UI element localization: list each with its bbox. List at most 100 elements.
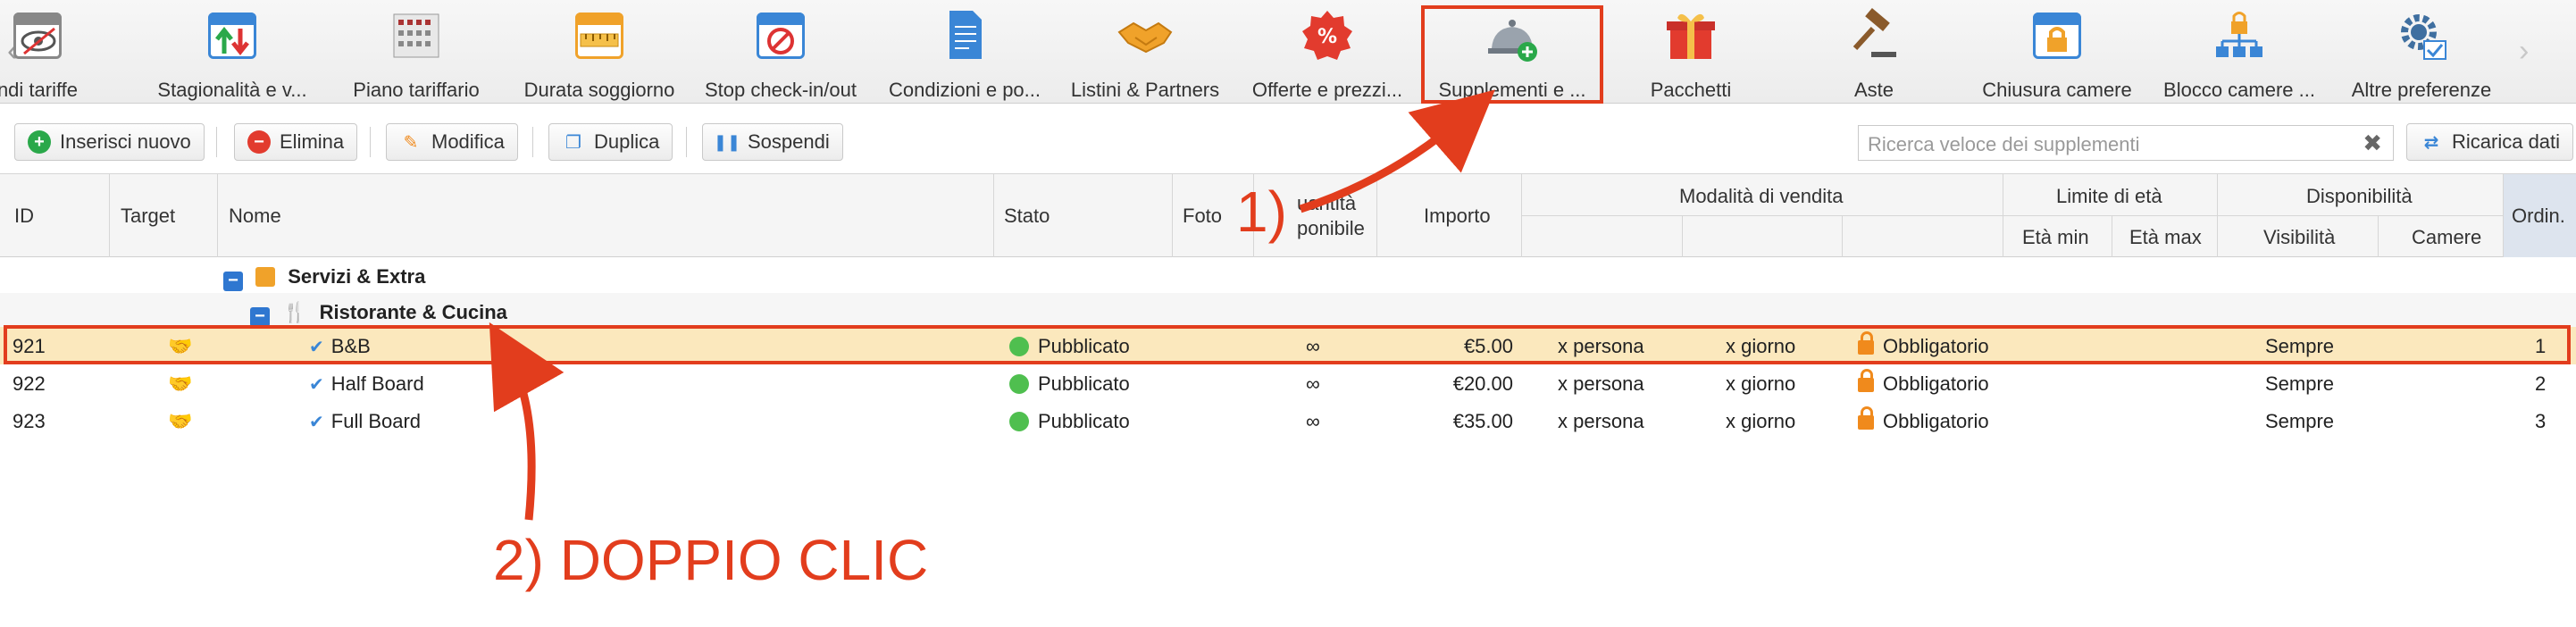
toolbar-item-supplements[interactable]: Supplementi e ... [1421, 5, 1603, 104]
toolbar-item-label: Chiusura camere [1982, 79, 2132, 101]
toolbar-item-stay-length[interactable]: Durata soggiorno [510, 7, 689, 101]
table-row[interactable]: 922 🤝 ✔ Half Board Pubblicato ∞ €20.00 x … [0, 364, 2576, 402]
action-bar: + Inserisci nuovo − Elimina ✎ Modifica ❐… [0, 114, 2576, 170]
lock-icon [1858, 406, 1874, 430]
column-header-age-max[interactable]: Età max [2129, 226, 2202, 249]
column-header-amount[interactable]: Importo [1424, 205, 1491, 228]
toolbar-item-offers[interactable]: % Offerte e prezzi... [1238, 7, 1417, 101]
calendar-ruler-icon [568, 7, 631, 63]
search-placeholder: Ricerca veloce dei supplementi [1868, 133, 2140, 155]
column-header-quantity-line2[interactable]: ponibile [1297, 217, 1365, 240]
cell-status: Pubblicato [1009, 410, 1130, 433]
duplicate-label: Duplica [594, 130, 660, 153]
toolbar-item-label: Durata soggiorno [523, 79, 675, 101]
calendar-lock-icon [2026, 7, 2088, 63]
edit-label: Modifica [431, 130, 505, 153]
service-bell-add-icon [1481, 9, 1543, 64]
copy-icon: ❐ [565, 132, 581, 153]
toolbar-item-label: Stagionalità e v... [157, 79, 307, 101]
handshake-icon: 🤝 [168, 372, 193, 395]
minus-icon: − [247, 130, 271, 154]
toolbar-item-auctions[interactable]: Aste [1785, 7, 1963, 101]
toolbar-item-label: Condizioni e po... [889, 79, 1041, 101]
toolbar-item-conditions[interactable]: Condizioni e po... [875, 7, 1054, 101]
annotation-step-1: 1) [1236, 180, 1287, 244]
toolbar-item-label: Piano tariffario [353, 79, 480, 101]
column-header-status[interactable]: Stato [1004, 205, 1050, 228]
gavel-icon [1843, 7, 1905, 63]
pause-icon: ❚❚ [713, 132, 741, 151]
toolbar-item-label: Aste [1853, 79, 1894, 101]
cell-frequency: x giorno [1726, 372, 1796, 395]
calendar-arrows-icon [201, 7, 263, 63]
check-icon: ✔ [309, 413, 324, 432]
collapse-icon[interactable]: − [223, 272, 243, 291]
toolbar-item-room-closure[interactable]: Chiusura camere [1968, 7, 2146, 101]
toolbar-item-stop-checkin[interactable]: Stop check-in/out [691, 7, 870, 101]
group-label: Servizi & Extra [288, 265, 426, 288]
suspend-button[interactable]: ❚❚ Sospendi [702, 123, 843, 161]
cell-frequency: x giorno [1726, 410, 1796, 432]
toolbar-item-show-rates[interactable]: ndi tariffe [0, 7, 127, 101]
column-header-name[interactable]: Nome [229, 205, 281, 228]
column-header-age-min[interactable]: Età min [2022, 226, 2089, 249]
group-row[interactable]: − Servizi & Extra [0, 257, 2576, 295]
status-dot-icon [1009, 374, 1029, 394]
column-header-age-limit: Limite di età [2056, 185, 2162, 207]
clear-search-icon[interactable]: ✖ [2363, 130, 2382, 157]
percent-badge-icon: % [1296, 7, 1359, 63]
toolbar-item-rate-plan[interactable]: Piano tariffario [327, 7, 506, 101]
toolbar-item-label: Listini & Partners [1070, 79, 1220, 101]
cell-name: ✔ Half Board [309, 372, 424, 395]
column-header-id[interactable]: ID [14, 205, 34, 228]
toolbar-item-packages[interactable]: Pacchetti [1602, 7, 1780, 101]
cell-id: 922 [13, 372, 46, 395]
toolbar-item-seasonality[interactable]: Stagionalità e v... [143, 7, 322, 101]
column-header-sale-mode: Modalità di vendita [1679, 185, 1844, 207]
reload-data-button[interactable]: ⇄ Ricarica dati [2406, 123, 2574, 161]
toolbar-divider [216, 127, 217, 157]
pencil-icon: ✎ [403, 132, 419, 153]
lock-icon [1858, 369, 1874, 392]
cell-quantity: ∞ [1306, 372, 1320, 395]
suspend-label: Sospendi [748, 130, 830, 153]
column-header-photo[interactable]: Foto [1183, 205, 1222, 228]
gift-icon [1660, 7, 1722, 63]
column-header-rooms[interactable]: Camere [2412, 226, 2481, 249]
cell-mandatory: Obbligatorio [1858, 406, 1989, 433]
lock-hierarchy-icon [2208, 7, 2271, 63]
column-header-order[interactable]: Ordin. [2512, 205, 2565, 228]
cell-per: x persona [1558, 372, 1644, 395]
cell-quantity: ∞ [1306, 410, 1320, 432]
collapse-icon[interactable]: − [250, 307, 270, 327]
column-header-target[interactable]: Target [121, 205, 175, 228]
column-header-visibility[interactable]: Visibilità [2263, 226, 2335, 249]
annotation-step-2: 2) DOPPIO CLIC [493, 528, 929, 592]
insert-new-button[interactable]: + Inserisci nuovo [14, 123, 205, 161]
reload-data-label: Ricarica dati [2452, 130, 2561, 153]
handshake-icon: 🤝 [168, 410, 193, 432]
document-icon [933, 7, 996, 63]
cell-name: ✔ Full Board [309, 410, 422, 432]
toolbar-item-preferences[interactable]: Altre preferenze [2332, 7, 2511, 101]
toolbar-item-room-block[interactable]: Blocco camere ... [2150, 7, 2329, 101]
subgroup-label: Ristorante & Cucina [319, 301, 507, 323]
search-input[interactable]: Ricerca veloce dei supplementi ✖ [1858, 125, 2394, 161]
duplicate-button[interactable]: ❐ Duplica [548, 123, 673, 161]
toolbar-item-label: Stop check-in/out [705, 79, 857, 101]
toolbar-item-rate-lists[interactable]: Listini & Partners [1056, 7, 1234, 101]
column-header-quantity-line1[interactable]: uantità [1297, 192, 1356, 215]
toolbar-item-label: Altre preferenze [2351, 79, 2492, 101]
cell-amount: €20.00 [1452, 372, 1513, 395]
status-dot-icon [1009, 412, 1029, 431]
selected-row-highlight [4, 325, 2571, 364]
toolbar-divider [532, 127, 533, 157]
edit-button[interactable]: ✎ Modifica [386, 123, 518, 161]
column-header-availability: Disponibilità [2306, 185, 2413, 207]
table-row[interactable]: 923 🤝 ✔ Full Board Pubblicato ∞ €35.00 x … [0, 402, 2576, 439]
scroll-right-icon[interactable]: › [2519, 34, 2529, 69]
fork-knife-icon: 🍴 [282, 301, 307, 323]
delete-button[interactable]: − Elimina [234, 123, 358, 161]
toolbar-item-label: Blocco camere ... [2163, 79, 2315, 101]
insert-new-label: Inserisci nuovo [60, 130, 191, 153]
